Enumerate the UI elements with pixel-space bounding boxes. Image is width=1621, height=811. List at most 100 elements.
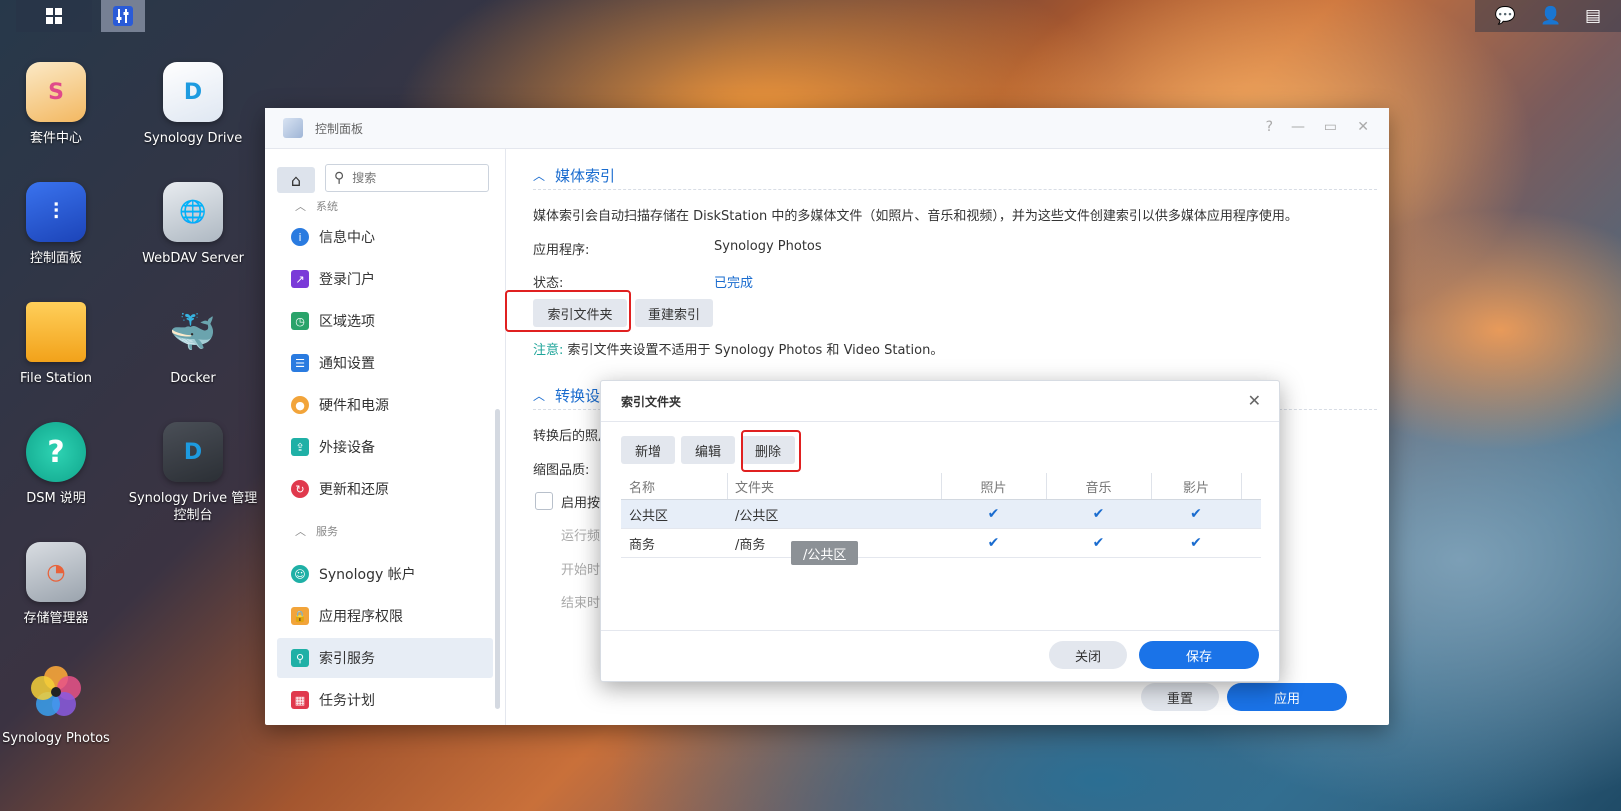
desktop-icon-webdav[interactable]: 🌐 WebDAV Server: [127, 182, 259, 267]
sidebar-item-hardware-power[interactable]: ● 硬件和电源: [277, 385, 493, 425]
media-index-header[interactable]: ︿ 媒体索引: [533, 165, 615, 186]
index-folder-table: 名称 文件夹 照片 音乐 影片 公共区 /公共区 ✔ ✔ ✔ 商务 /商务 ✔ …: [621, 473, 1261, 558]
desktop-icon-control-panel[interactable]: ⫶ 控制面板: [0, 182, 122, 267]
help-icon[interactable]: ?: [1266, 119, 1273, 135]
sidebar-item-synology-account[interactable]: ☺ Synology 帐户: [277, 554, 493, 594]
search-icon: ⚲: [334, 170, 345, 186]
dialog-titlebar[interactable]: 索引文件夹: [601, 381, 1279, 422]
row-name: 公共区: [629, 508, 669, 524]
reset-button[interactable]: 重置: [1141, 683, 1219, 711]
column-header-name[interactable]: 名称: [629, 473, 655, 499]
synology-drive-icon: D: [163, 62, 223, 122]
sidebar-item-label: 通知设置: [319, 356, 375, 372]
index-search-icon: ⚲: [291, 649, 309, 667]
rebuild-index-button[interactable]: 重建索引: [635, 299, 713, 327]
section-label: 系统: [316, 200, 338, 213]
enable-label: 启用按: [561, 496, 601, 511]
desktop-icon-file-station[interactable]: File Station: [0, 302, 122, 387]
check-icon: ✔: [987, 506, 1000, 522]
sidebar-item-task-scheduler[interactable]: ▦ 任务计划: [277, 680, 493, 720]
desktop-icon-drive-admin[interactable]: D Synology Drive 管理控制台: [127, 422, 259, 524]
app-label: 应用程序:: [533, 243, 590, 258]
sidebar-item-label: 信息中心: [319, 230, 375, 246]
desktop-icon-dsm-help[interactable]: ? DSM 说明: [0, 422, 122, 507]
desktop-icon-synology-photos[interactable]: Synology Photos: [0, 662, 122, 747]
taskbar-control-panel[interactable]: [101, 0, 145, 32]
sidebar-item-label: Synology 帐户: [319, 567, 416, 583]
chevron-up-icon: ︿: [295, 525, 306, 538]
desktop-icon-label: WebDAV Server: [142, 251, 244, 266]
search-box[interactable]: ⚲: [325, 164, 489, 192]
maximize-icon[interactable]: ▭: [1324, 119, 1337, 135]
sidebar-item-login-portal[interactable]: ↗ 登录门户: [277, 259, 493, 299]
table-header: 名称 文件夹 照片 音乐 影片: [621, 473, 1261, 500]
chevron-up-icon: ︿: [533, 389, 546, 403]
column-header-music[interactable]: 音乐: [1046, 473, 1151, 499]
sidebar-item-notification[interactable]: ☰ 通知设置: [277, 343, 493, 383]
section-label: 服务: [316, 525, 338, 538]
status-value: 已完成: [714, 276, 754, 291]
info-icon: i: [291, 228, 309, 246]
enable-checkbox[interactable]: [535, 492, 553, 510]
end-time-label: 结束时: [561, 596, 601, 611]
folder-icon: [26, 302, 86, 362]
divider: [533, 189, 1377, 190]
sidebar-item-update-restore[interactable]: ↻ 更新和还原: [277, 469, 493, 509]
check-icon: ✔: [1190, 535, 1202, 551]
save-button[interactable]: 保存: [1139, 641, 1259, 669]
column-header-photo[interactable]: 照片: [941, 473, 1046, 499]
close-button[interactable]: 关闭: [1049, 641, 1127, 669]
desktop-icon-label: Docker: [170, 371, 216, 386]
section-system[interactable]: ︿ 系统: [295, 198, 338, 214]
sidebar-item-app-privileges[interactable]: 🔒 应用程序权限: [277, 596, 493, 636]
sidebar-item-indexing-service[interactable]: ⚲ 索引服务: [277, 638, 493, 678]
sidebar-item-external-devices[interactable]: ⇪ 外接设备: [277, 427, 493, 467]
conversion-header[interactable]: ︿ 转换设: [533, 385, 600, 406]
login-portal-icon: ↗: [291, 270, 309, 288]
sidebar-scrollbar[interactable]: [495, 409, 500, 709]
desktop-icon-docker[interactable]: 🐳 Docker: [127, 302, 259, 387]
dialog-title: 索引文件夹: [621, 394, 682, 409]
sidebar-item-info-center[interactable]: i 信息中心: [277, 217, 493, 257]
window-titlebar[interactable]: 控制面板: [265, 108, 1389, 149]
sidebar-item-label: 区域选项: [319, 314, 375, 330]
docker-icon: 🐳: [169, 309, 217, 354]
widgets-icon[interactable]: ▤: [1585, 6, 1601, 26]
package-center-icon: S: [26, 62, 86, 122]
sidebar-item-regional-options[interactable]: ◷ 区域选项: [277, 301, 493, 341]
home-button[interactable]: ⌂: [277, 167, 315, 193]
edit-button[interactable]: 编辑: [681, 436, 735, 464]
desktop-icon-storage-manager[interactable]: ◔ 存储管理器: [0, 542, 122, 627]
lightbulb-icon: ●: [291, 396, 309, 414]
table-row[interactable]: 商务 /商务 ✔ ✔ ✔: [621, 529, 1261, 558]
desktop-icon-package-center[interactable]: S 套件中心: [0, 62, 122, 147]
column-header-video[interactable]: 影片: [1151, 473, 1241, 499]
search-input[interactable]: [350, 170, 475, 186]
main-menu-button[interactable]: [16, 0, 92, 32]
table-row[interactable]: 公共区 /公共区 ✔ ✔ ✔: [621, 500, 1261, 529]
window-title: 控制面板: [315, 121, 364, 136]
close-icon[interactable]: ✕: [1248, 391, 1261, 410]
user-icon[interactable]: 👤: [1540, 6, 1561, 26]
add-button[interactable]: 新增: [621, 436, 675, 464]
folder-tooltip: /公共区: [791, 541, 859, 565]
lock-icon: 🔒: [291, 607, 309, 625]
column-header-folder[interactable]: 文件夹: [735, 473, 774, 499]
desktop-icon-synology-drive[interactable]: D Synology Drive: [127, 62, 259, 147]
chat-icon[interactable]: 💬: [1495, 6, 1516, 26]
check-icon: ✔: [1092, 535, 1105, 551]
section-services[interactable]: ︿ 服务: [295, 523, 338, 539]
regional-icon: ◷: [291, 312, 309, 330]
grid-icon: [46, 8, 62, 24]
taskbar-tray: 💬 👤 ▤: [1475, 0, 1621, 32]
desktop-icon-label: Synology Photos: [2, 731, 110, 746]
minimize-icon[interactable]: —: [1291, 119, 1305, 135]
close-icon[interactable]: ✕: [1357, 119, 1369, 135]
chevron-up-icon: ︿: [295, 200, 306, 213]
control-panel-icon: [113, 6, 133, 26]
sidebar-item-label: 外接设备: [319, 440, 375, 456]
media-index-description: 媒体索引会自动扫描存储在 DiskStation 中的多媒体文件（如照片、音乐和…: [533, 209, 1298, 224]
desktop-icon-label: 控制面板: [29, 251, 82, 266]
apply-button[interactable]: 应用: [1227, 683, 1347, 711]
desktop-icon-label: 套件中心: [29, 131, 82, 146]
